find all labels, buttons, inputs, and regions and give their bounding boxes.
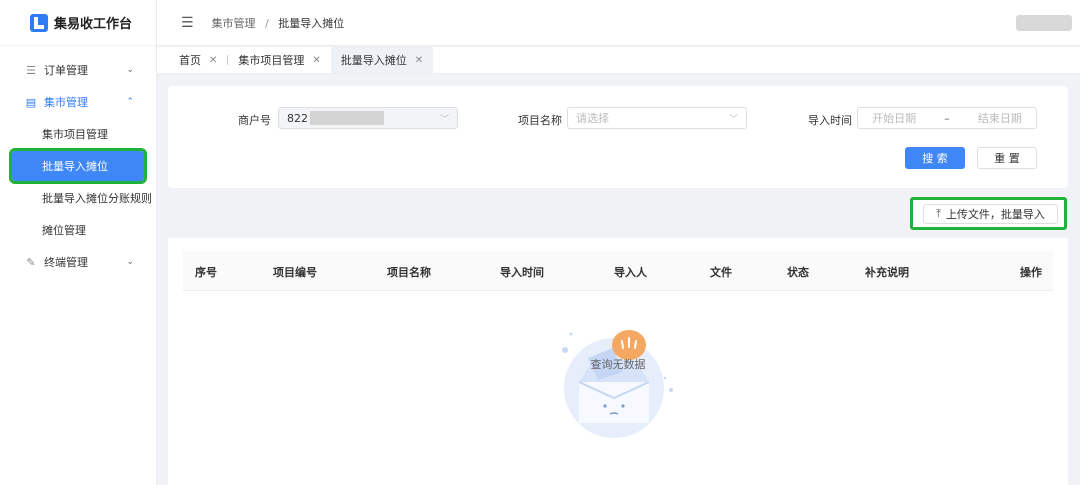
column-header-file: 文件 <box>710 266 732 279</box>
column-header-remarks: 补充说明 <box>865 266 909 279</box>
chevron-down-icon: ﹀ <box>728 114 738 125</box>
store-icon: ▤ <box>25 95 37 109</box>
column-header-importer: 导入人 <box>614 266 647 279</box>
import-records-table: 序号 项目编号 项目名称 导入时间 导入人 文件 状态 补充说明 操作 查询无数… <box>168 238 1068 485</box>
sidebar-group-terminals[interactable]: ✎ 终端管理 ⌄ <box>0 246 156 278</box>
breadcrumb-separator: / <box>265 16 269 30</box>
column-header-actions: 操作 <box>1020 266 1042 279</box>
sidebar-group-label: 集市管理 <box>44 96 88 109</box>
start-date-input[interactable]: 开始日期 <box>872 110 916 126</box>
wrench-icon: ✎ <box>26 255 36 269</box>
table-header: 序号 项目编号 项目名称 导入时间 导入人 文件 状态 补充说明 操作 <box>183 251 1053 291</box>
chevron-down-icon: ⌄ <box>126 65 134 75</box>
sidebar-item-batch-import-stalls[interactable]: 批量导入摊位 <box>9 148 147 184</box>
end-date-input[interactable]: 结束日期 <box>978 110 1022 126</box>
sidebar-item-batch-import-split-rules[interactable]: 批量导入摊位分账规则 <box>0 182 156 214</box>
project-name-placeholder: 请选择 <box>576 112 609 125</box>
tab-home[interactable]: 首页 ✕ <box>169 47 227 73</box>
column-header-status: 状态 <box>787 266 809 279</box>
empty-box-illustration <box>562 330 673 438</box>
page-tabs: 首页 ✕ 集市项目管理 ✕ 批量导入摊位 ✕ <box>157 47 1080 74</box>
upload-icon: ⤒ <box>936 207 941 220</box>
chevron-up-icon: ⌃ <box>126 97 134 107</box>
date-range-picker[interactable]: 开始日期 – 结束日期 <box>857 107 1037 129</box>
column-header-project-code: 项目编号 <box>273 266 317 279</box>
tab-label: 首页 <box>179 54 201 67</box>
app-title: 集易收工作台 <box>54 17 133 32</box>
list-icon: ☰ <box>26 63 36 77</box>
empty-state <box>168 328 1068 438</box>
upload-batch-import-button[interactable]: ⤒ 上传文件，批量导入 <box>923 204 1058 224</box>
menu-fold-icon[interactable]: ☰ <box>181 15 194 31</box>
close-icon[interactable]: ✕ <box>415 55 423 66</box>
column-header-project-name: 项目名称 <box>387 266 431 279</box>
project-name-select[interactable]: 请选择 ﹀ <box>567 107 747 129</box>
column-header-import-time: 导入时间 <box>500 266 544 279</box>
upload-button-label: 上传文件，批量导入 <box>945 208 1045 221</box>
date-range-separator: – <box>944 111 950 125</box>
sidebar-group-label: 订单管理 <box>44 64 88 77</box>
sidebar: 集易收工作台 ☰ 订单管理 ⌄ ▤ 集市管理 ⌃ 集市项目管理 批量导入摊位 批… <box>0 0 157 485</box>
search-button[interactable]: 搜 索 <box>905 147 965 169</box>
app-logo[interactable]: 集易收工作台 <box>0 0 156 46</box>
column-header-index: 序号 <box>195 266 217 279</box>
tab-label: 集市项目管理 <box>238 54 305 67</box>
merchant-value: 822 <box>287 111 308 125</box>
tab-market-projects[interactable]: 集市项目管理 ✕ <box>228 47 330 73</box>
breadcrumb: 集市管理 / 批量导入摊位 <box>212 15 345 31</box>
close-icon[interactable]: ✕ <box>209 55 217 66</box>
upload-highlight: ⤒ 上传文件，批量导入 <box>910 197 1067 230</box>
merchant-select[interactable]: 822 ﹀ <box>278 107 458 129</box>
top-header: ☰ 集市管理 / 批量导入摊位 <box>157 0 1080 46</box>
import-time-label: 导入时间 <box>808 114 852 127</box>
sidebar-group-market[interactable]: ▤ 集市管理 ⌃ <box>0 86 156 118</box>
logo-icon <box>30 13 48 32</box>
project-name-label: 项目名称 <box>518 114 562 127</box>
breadcrumb-current: 批量导入摊位 <box>278 16 345 30</box>
chevron-down-icon: ﹀ <box>439 114 449 125</box>
sidebar-group-orders[interactable]: ☰ 订单管理 ⌄ <box>0 54 156 86</box>
merchant-label: 商户号 <box>238 114 271 127</box>
sidebar-menu: ☰ 订单管理 ⌄ ▤ 集市管理 ⌃ 集市项目管理 批量导入摊位 批量导入摊位分账… <box>0 46 156 278</box>
tab-label: 批量导入摊位 <box>340 54 407 67</box>
chevron-down-icon: ⌄ <box>126 257 134 267</box>
close-icon[interactable]: ✕ <box>312 55 320 66</box>
tab-batch-import-stalls[interactable]: 批量导入摊位 ✕ <box>330 47 434 73</box>
user-info-redacted[interactable] <box>1016 15 1072 31</box>
filter-panel: 商户号 822 ﹀ 项目名称 请选择 ﹀ 导入时间 开始日期 – 结束日期 搜 … <box>168 86 1068 188</box>
empty-state-text: 查询无数据 <box>590 358 646 371</box>
sidebar-item-market-projects[interactable]: 集市项目管理 <box>0 118 156 150</box>
sidebar-group-label: 终端管理 <box>44 256 88 269</box>
merchant-value-redacted <box>310 111 384 125</box>
reset-button[interactable]: 重 置 <box>977 147 1037 169</box>
sidebar-item-stall-management[interactable]: 摊位管理 <box>0 214 156 246</box>
breadcrumb-item[interactable]: 集市管理 <box>212 17 256 30</box>
